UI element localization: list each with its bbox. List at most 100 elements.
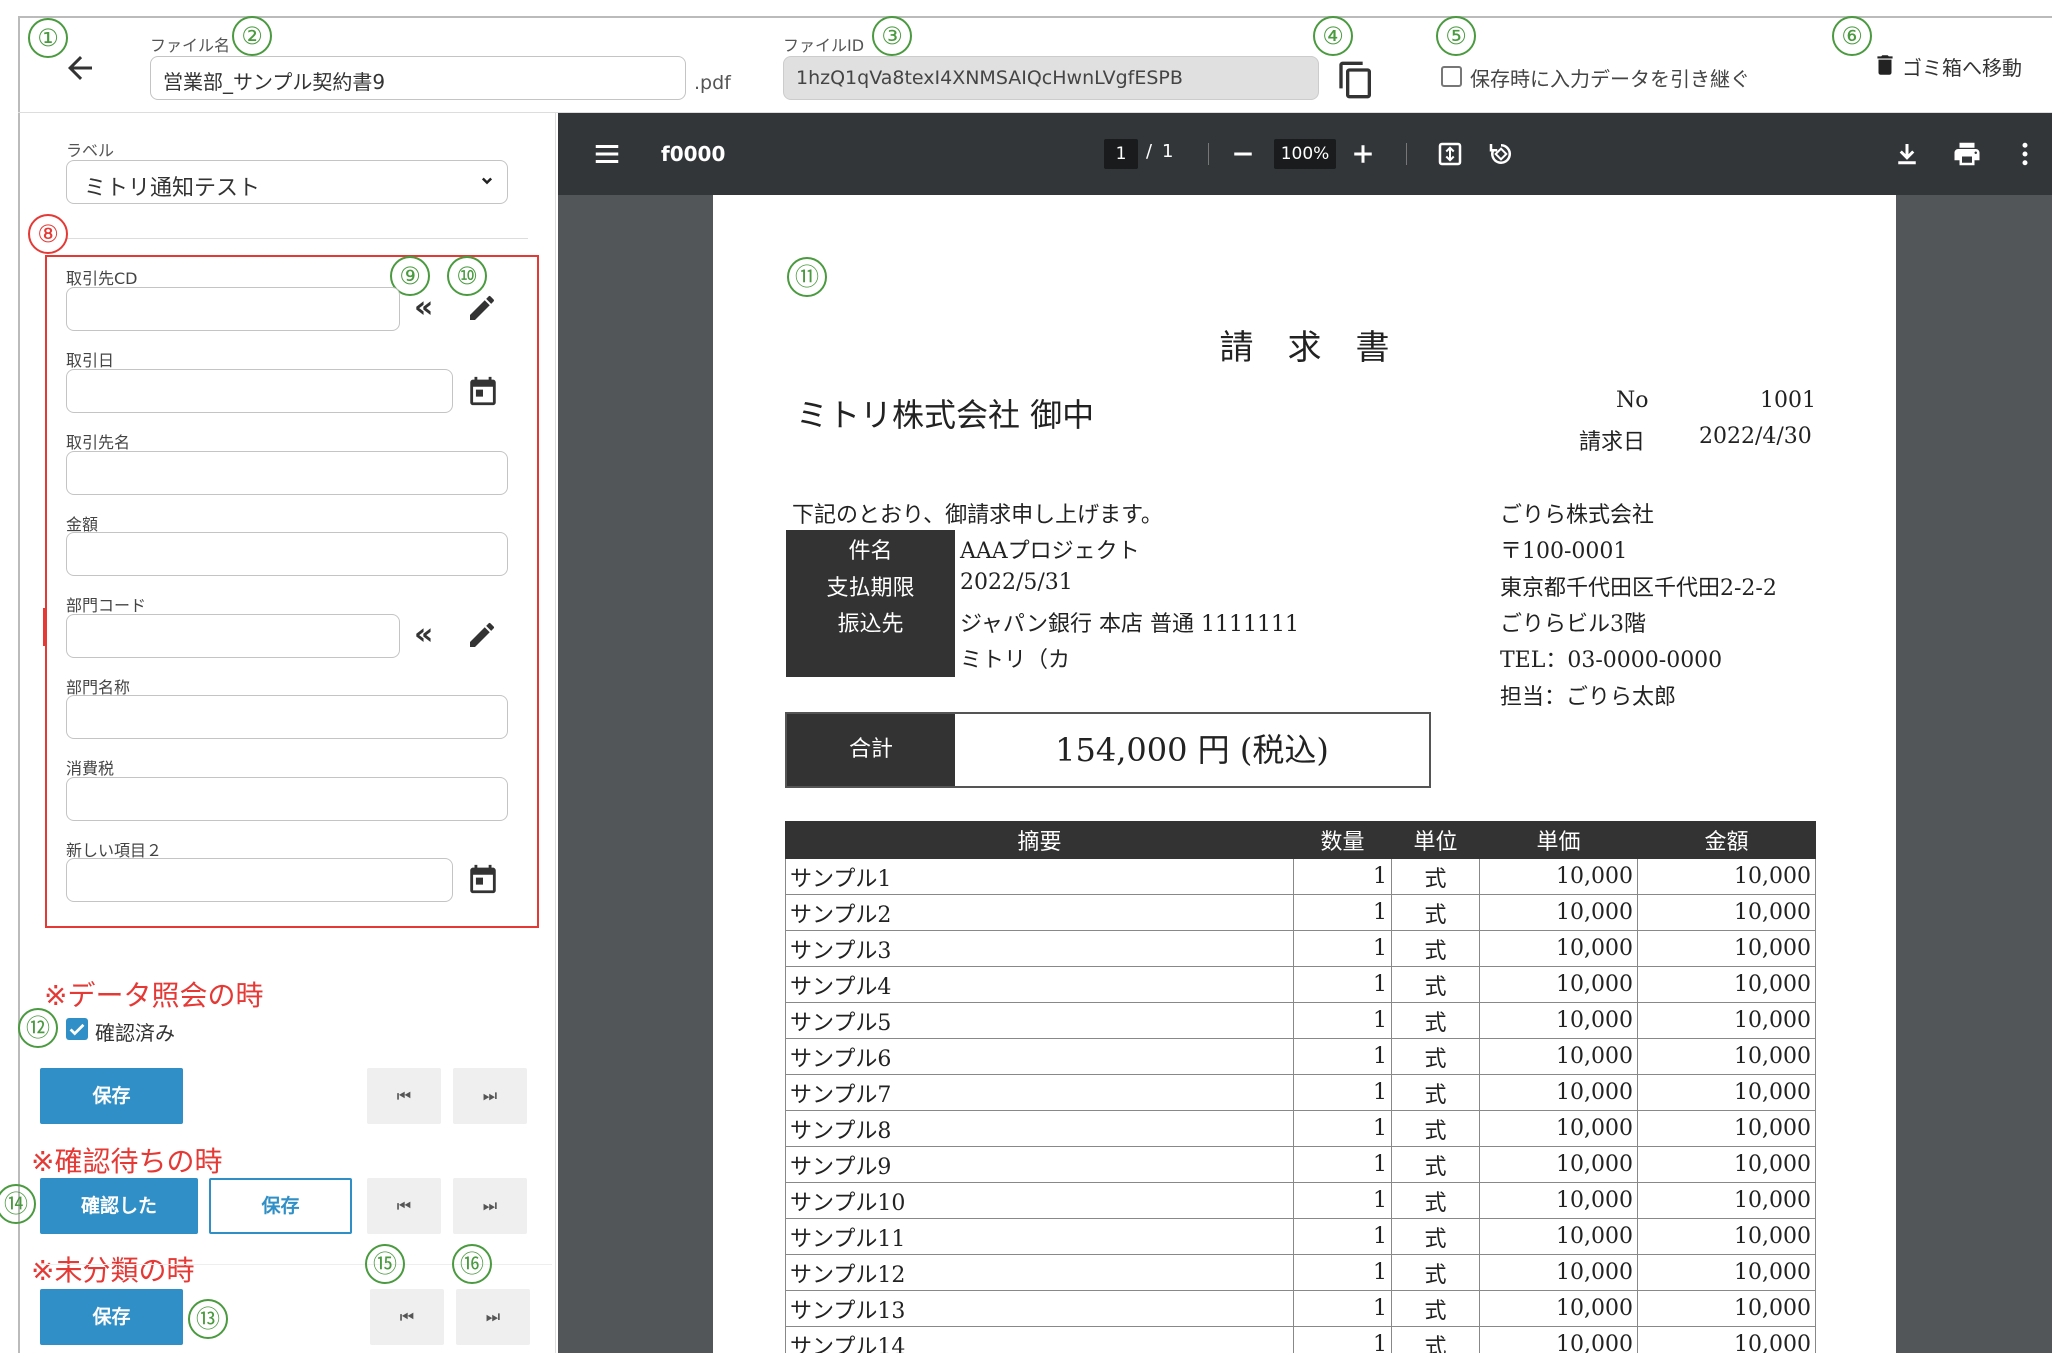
table-cell: 式 bbox=[1391, 858, 1480, 895]
skip-first-icon: ⏮ bbox=[396, 1196, 412, 1215]
dept-code-input[interactable] bbox=[66, 614, 400, 658]
filename-label: ファイル名 bbox=[150, 36, 231, 55]
table-cell: サンプル2 bbox=[785, 894, 1294, 931]
carry-over-checkbox[interactable] bbox=[1441, 66, 1462, 87]
table-cell: 1 bbox=[1293, 894, 1392, 931]
tax-input[interactable] bbox=[66, 777, 508, 821]
save-button[interactable]: 保存 bbox=[209, 1178, 352, 1234]
page-number-input[interactable]: 1 bbox=[1104, 139, 1138, 169]
field-label-tax: 消費税 bbox=[66, 759, 115, 778]
info-key: 件名 bbox=[848, 539, 893, 564]
red-edge-mark bbox=[43, 608, 46, 646]
table-cell: 1 bbox=[1293, 930, 1392, 967]
table-cell: 式 bbox=[1391, 1074, 1480, 1111]
copy-icon[interactable] bbox=[1336, 60, 1376, 100]
rotate-icon[interactable] bbox=[1486, 139, 1516, 169]
table-cell: 10,000 bbox=[1479, 858, 1638, 895]
download-icon[interactable] bbox=[1892, 139, 1922, 169]
zoom-in-icon[interactable] bbox=[1348, 139, 1378, 169]
table-row: サンプル9 1 式 10,000 10,000 bbox=[785, 1146, 1816, 1183]
table-cell: 1 bbox=[1293, 966, 1392, 1003]
label-select[interactable]: ミトリ通知テスト bbox=[66, 160, 508, 204]
trash-label: ゴミ箱へ移動 bbox=[1902, 56, 2022, 80]
table-cell: サンプル13 bbox=[785, 1290, 1294, 1327]
table-row: サンプル1 1 式 10,000 10,000 bbox=[785, 858, 1816, 895]
toolbar-divider bbox=[1406, 143, 1407, 165]
amount-input[interactable] bbox=[66, 532, 508, 576]
table-cell: 10,000 bbox=[1479, 930, 1638, 967]
confirmed-label: 確認済み bbox=[95, 1021, 175, 1045]
copy-from-doc-icon[interactable]: « bbox=[414, 617, 433, 652]
first-page-button[interactable]: ⏮ bbox=[370, 1289, 444, 1345]
calendar-icon[interactable] bbox=[466, 374, 500, 408]
table-cell: 1 bbox=[1293, 1038, 1392, 1075]
table-cell: 式 bbox=[1391, 1290, 1480, 1327]
field-label-client-name: 取引先名 bbox=[66, 433, 131, 452]
fit-page-icon[interactable] bbox=[1435, 139, 1465, 169]
table-cell: 式 bbox=[1391, 1254, 1480, 1291]
filename-input[interactable]: 営業部_サンプル契約書9 bbox=[150, 56, 686, 100]
table-row: サンプル7 1 式 10,000 10,000 bbox=[785, 1074, 1816, 1111]
table-header-row: 摘要 数量 単位 単価 金額 bbox=[785, 821, 1816, 859]
table-cell: 式 bbox=[1391, 966, 1480, 1003]
edit-pencil-icon[interactable] bbox=[466, 292, 498, 324]
trash-icon bbox=[1872, 50, 1898, 84]
table-cell: 10,000 bbox=[1479, 1254, 1638, 1291]
table-cell: サンプル8 bbox=[785, 1110, 1294, 1147]
save-button[interactable]: 保存 bbox=[40, 1289, 183, 1345]
total-label: 合計 bbox=[848, 737, 893, 762]
info-value: ミトリ（カ bbox=[960, 648, 1071, 673]
save-button[interactable]: 保存 bbox=[40, 1068, 183, 1124]
table-cell: 式 bbox=[1391, 1002, 1480, 1039]
copy-from-doc-icon[interactable]: « bbox=[414, 290, 433, 325]
invoice-no-value: 1001 bbox=[1760, 388, 1816, 413]
pdf-toolbar: f0000 1 / 1 100% bbox=[558, 113, 2052, 195]
menu-icon[interactable] bbox=[592, 139, 622, 169]
calendar-icon[interactable] bbox=[466, 862, 500, 896]
marker-5: ⑤ bbox=[1436, 16, 1476, 56]
zoom-out-icon[interactable] bbox=[1228, 139, 1258, 169]
table-cell: 10,000 bbox=[1479, 1146, 1638, 1183]
last-page-button[interactable]: ⏭ bbox=[456, 1289, 530, 1345]
print-icon[interactable] bbox=[1952, 139, 1982, 169]
trash-button[interactable]: ゴミ箱へ移動 bbox=[1872, 48, 2032, 84]
marker-12: ⑫ bbox=[18, 1008, 58, 1048]
field-label-dept-code: 部門コード bbox=[66, 596, 147, 615]
table-cell: サンプル11 bbox=[785, 1218, 1294, 1255]
table-cell: 式 bbox=[1391, 1326, 1480, 1353]
table-cell: 1 bbox=[1293, 1290, 1392, 1327]
invoice-no-label: No bbox=[1616, 388, 1649, 413]
dept-name-input[interactable] bbox=[66, 695, 508, 739]
issuer-line: 東京都千代田区千代田2-2-2 bbox=[1500, 576, 1777, 601]
table-cell: 10,000 bbox=[1637, 1254, 1816, 1291]
info-key: 振込先 bbox=[837, 612, 904, 637]
sidebar-divider bbox=[66, 238, 528, 239]
last-page-button[interactable]: ⏭ bbox=[453, 1068, 527, 1124]
column-header: 単価 bbox=[1479, 821, 1638, 859]
skip-last-icon: ⏭ bbox=[482, 1086, 498, 1105]
edit-pencil-icon[interactable] bbox=[466, 619, 498, 651]
first-page-button[interactable]: ⏮ bbox=[367, 1068, 441, 1124]
new-item-2-input[interactable] bbox=[66, 858, 453, 902]
confirmed-checkbox[interactable] bbox=[66, 1018, 88, 1040]
client-name-input[interactable] bbox=[66, 451, 508, 495]
back-arrow-icon[interactable] bbox=[62, 50, 98, 86]
table-cell: 10,000 bbox=[1637, 1326, 1816, 1353]
trade-date-input[interactable] bbox=[66, 369, 453, 413]
last-page-button[interactable]: ⏭ bbox=[453, 1178, 527, 1234]
invoice-page: ⑪ 請 求 書 ミトリ株式会社 御中 No 1001 請求日 2022/4/30… bbox=[713, 195, 1896, 1353]
more-options-icon[interactable] bbox=[2010, 139, 2040, 169]
info-key: 支払期限 bbox=[826, 576, 915, 601]
info-value: 2022/5/31 bbox=[960, 570, 1073, 595]
field-label-client-cd: 取引先CD bbox=[66, 269, 138, 288]
table-row: サンプル14 1 式 10,000 10,000 bbox=[785, 1326, 1816, 1353]
confirm-button[interactable]: 確認した bbox=[40, 1178, 198, 1234]
table-cell: 式 bbox=[1391, 1110, 1480, 1147]
table-cell: 10,000 bbox=[1479, 966, 1638, 1003]
first-page-button[interactable]: ⏮ bbox=[367, 1178, 441, 1234]
zoom-input[interactable]: 100% bbox=[1274, 139, 1336, 169]
column-header: 単位 bbox=[1391, 821, 1480, 859]
total-box: 合計 154,000 円 (税込) bbox=[785, 712, 1431, 788]
skip-last-icon: ⏭ bbox=[482, 1196, 498, 1215]
client-cd-input[interactable] bbox=[66, 287, 400, 331]
